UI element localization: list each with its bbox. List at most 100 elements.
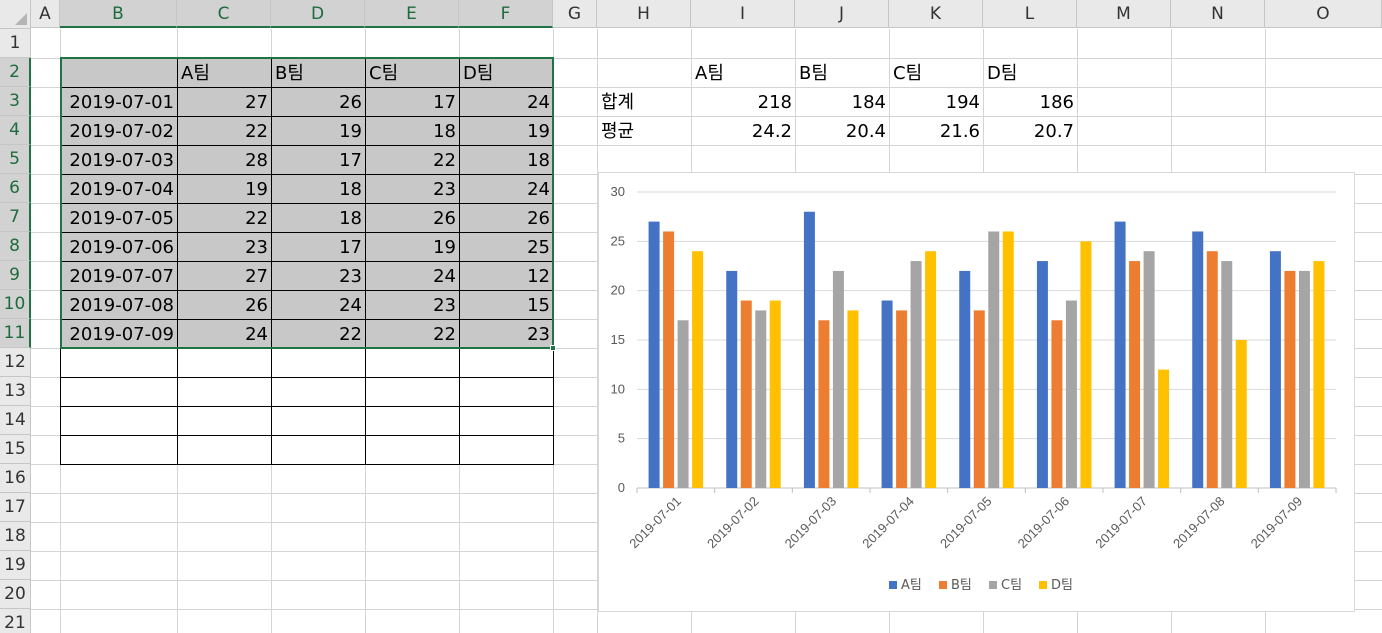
summary-header-1[interactable]: A팀: [692, 59, 795, 87]
row-header-21[interactable]: 21: [0, 609, 31, 633]
date-cell[interactable]: 2019-07-01: [61, 88, 177, 116]
row-header-8[interactable]: 8: [0, 232, 31, 261]
value-cell[interactable]: 22: [178, 117, 271, 145]
value-cell[interactable]: 23: [460, 320, 553, 348]
value-cell[interactable]: 15: [460, 291, 553, 319]
row-header-19[interactable]: 19: [0, 551, 31, 580]
team-header-2[interactable]: B팀: [272, 59, 365, 87]
value-cell[interactable]: 24: [460, 175, 553, 203]
avg-label[interactable]: 평균: [598, 117, 691, 145]
row-header-12[interactable]: 12: [0, 348, 31, 377]
sum-value[interactable]: 218: [692, 88, 795, 116]
cell-B2[interactable]: [61, 58, 177, 87]
value-cell[interactable]: 19: [272, 117, 365, 145]
value-cell[interactable]: 24: [272, 291, 365, 319]
row-header-9[interactable]: 9: [0, 261, 31, 290]
sum-label[interactable]: 합계: [598, 88, 691, 116]
column-header-K[interactable]: K: [889, 0, 983, 28]
value-cell[interactable]: 22: [178, 204, 271, 232]
value-cell[interactable]: 26: [272, 88, 365, 116]
column-header-L[interactable]: L: [983, 0, 1077, 28]
bar-chart[interactable]: 0 5 10 15 20 25 30 2019-07-01 2019-07-02 2019-07-…: [598, 172, 1355, 612]
date-cell[interactable]: 2019-07-05: [61, 204, 177, 232]
column-header-C[interactable]: C: [177, 0, 271, 28]
sum-value[interactable]: 194: [890, 88, 983, 116]
row-header-7[interactable]: 7: [0, 203, 31, 232]
value-cell[interactable]: 17: [272, 233, 365, 261]
column-header-B[interactable]: B: [60, 0, 177, 28]
column-header-G[interactable]: G: [553, 0, 597, 28]
column-header-J[interactable]: J: [795, 0, 889, 28]
value-cell[interactable]: 17: [272, 146, 365, 174]
sum-value[interactable]: 186: [984, 88, 1077, 116]
value-cell[interactable]: 23: [366, 175, 459, 203]
value-cell[interactable]: 24: [460, 88, 553, 116]
value-cell[interactable]: 22: [366, 146, 459, 174]
row-header-18[interactable]: 18: [0, 522, 31, 551]
date-cell[interactable]: 2019-07-09: [61, 320, 177, 348]
avg-value[interactable]: 20.7: [984, 117, 1077, 145]
value-cell[interactable]: 22: [272, 320, 365, 348]
value-cell[interactable]: 23: [178, 233, 271, 261]
row-header-2[interactable]: 2: [0, 58, 31, 87]
value-cell[interactable]: 19: [366, 233, 459, 261]
avg-value[interactable]: 20.4: [796, 117, 889, 145]
column-header-O[interactable]: O: [1265, 0, 1382, 28]
row-header-4[interactable]: 4: [0, 116, 31, 145]
team-header-4[interactable]: D팀: [460, 59, 553, 87]
row-header-16[interactable]: 16: [0, 464, 31, 493]
column-header-M[interactable]: M: [1077, 0, 1171, 28]
row-header-14[interactable]: 14: [0, 406, 31, 435]
avg-value[interactable]: 24.2: [692, 117, 795, 145]
value-cell[interactable]: 18: [460, 146, 553, 174]
row-header-15[interactable]: 15: [0, 435, 31, 464]
value-cell[interactable]: 19: [178, 175, 271, 203]
spreadsheet[interactable]: A팀 B팀 C팀 D팀 2019-07-01 27 26 17 24 2019-07-02 22 19…: [0, 0, 1382, 633]
date-cell[interactable]: 2019-07-04: [61, 175, 177, 203]
column-header-N[interactable]: N: [1171, 0, 1265, 28]
column-header-A[interactable]: A: [31, 0, 60, 28]
team-header-3[interactable]: C팀: [366, 59, 459, 87]
date-cell[interactable]: 2019-07-03: [61, 146, 177, 174]
row-header-20[interactable]: 20: [0, 580, 31, 609]
row-header-3[interactable]: 3: [0, 87, 31, 116]
row-header-13[interactable]: 13: [0, 377, 31, 406]
column-header-D[interactable]: D: [271, 0, 365, 28]
column-header-H[interactable]: H: [597, 0, 691, 28]
row-header-6[interactable]: 6: [0, 174, 31, 203]
value-cell[interactable]: 19: [460, 117, 553, 145]
column-header-E[interactable]: E: [365, 0, 459, 28]
summary-header-2[interactable]: B팀: [796, 59, 889, 87]
column-header-F[interactable]: F: [459, 0, 553, 28]
value-cell[interactable]: 27: [178, 88, 271, 116]
value-cell[interactable]: 23: [366, 291, 459, 319]
sum-value[interactable]: 184: [796, 88, 889, 116]
date-cell[interactable]: 2019-07-08: [61, 291, 177, 319]
team-header-1[interactable]: A팀: [178, 59, 271, 87]
value-cell[interactable]: 17: [366, 88, 459, 116]
value-cell[interactable]: 24: [366, 262, 459, 290]
fill-handle[interactable]: [550, 345, 556, 351]
date-cell[interactable]: 2019-07-02: [61, 117, 177, 145]
row-header-11[interactable]: 11: [0, 319, 31, 348]
summary-header-3[interactable]: C팀: [890, 59, 983, 87]
value-cell[interactable]: 18: [272, 175, 365, 203]
row-header-17[interactable]: 17: [0, 493, 31, 522]
date-cell[interactable]: 2019-07-06: [61, 233, 177, 261]
summary-header-4[interactable]: D팀: [984, 59, 1077, 87]
value-cell[interactable]: 27: [178, 262, 271, 290]
row-header-5[interactable]: 5: [0, 145, 31, 174]
value-cell[interactable]: 12: [460, 262, 553, 290]
value-cell[interactable]: 28: [178, 146, 271, 174]
value-cell[interactable]: 23: [272, 262, 365, 290]
date-cell[interactable]: 2019-07-07: [61, 262, 177, 290]
value-cell[interactable]: 18: [272, 204, 365, 232]
value-cell[interactable]: 26: [366, 204, 459, 232]
row-header-10[interactable]: 10: [0, 290, 31, 319]
value-cell[interactable]: 26: [460, 204, 553, 232]
row-header-1[interactable]: 1: [0, 29, 31, 58]
value-cell[interactable]: 22: [366, 320, 459, 348]
value-cell[interactable]: 25: [460, 233, 553, 261]
avg-value[interactable]: 21.6: [890, 117, 983, 145]
column-header-I[interactable]: I: [691, 0, 795, 28]
